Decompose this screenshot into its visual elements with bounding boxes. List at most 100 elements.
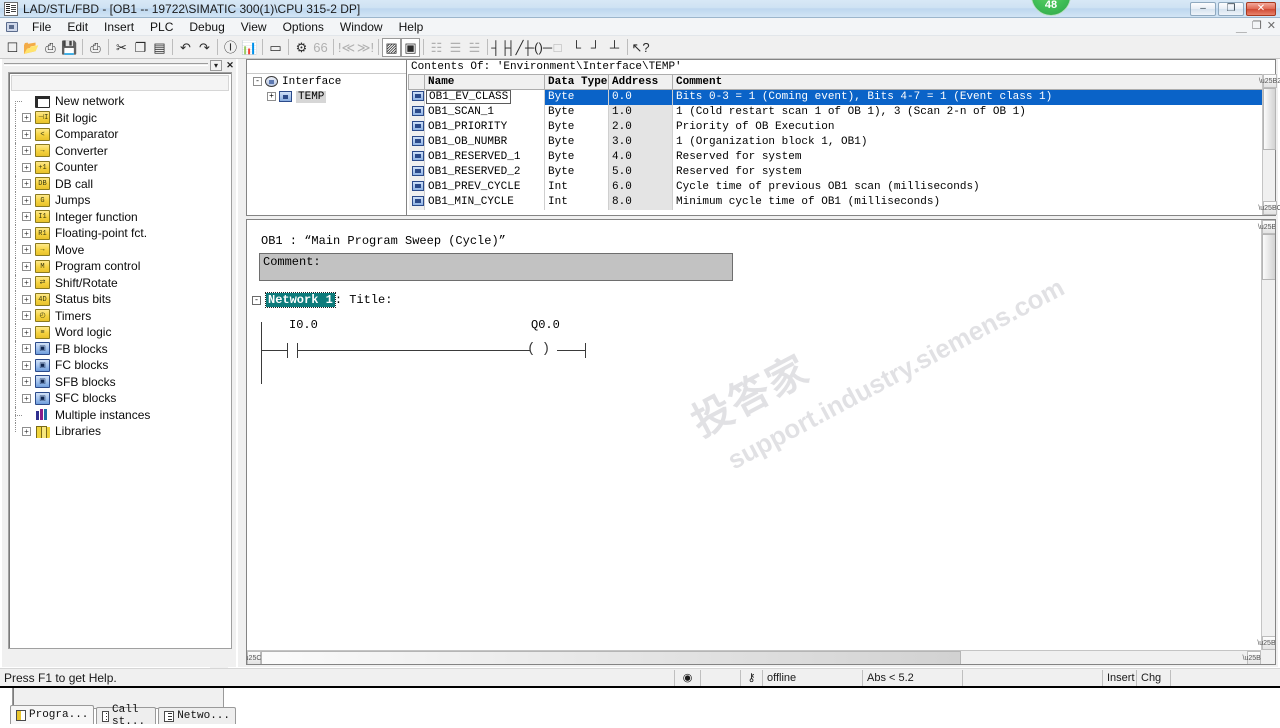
cell-name[interactable]: OB1_PRIORITY [424,119,545,135]
tree-item-status-bits[interactable]: +4D Status bits [12,291,228,308]
tree-item-multiple-instances[interactable]: Multiple instances [12,406,228,423]
cell-data-type[interactable]: Byte [544,89,609,105]
code-scrollbar-thumb[interactable] [1262,234,1275,280]
network-label[interactable]: Network 1 [265,292,336,308]
tree-item-db-call[interactable]: + DB DB call [12,175,228,192]
cell-name[interactable]: OB1_PREV_CYCLE [424,179,545,195]
scrollbar-thumb[interactable] [1263,88,1276,150]
monitor-icon[interactable]: 📊 [240,38,259,57]
close-icon[interactable]: ✕ [224,60,236,71]
redo-icon[interactable]: ↷ [195,38,214,57]
menu-item-help[interactable]: Help [391,19,432,35]
declaration-row[interactable]: OB1_RESERVED_2 Byte 5.0 Reserved for system [408,164,1275,180]
tree-expander-icon[interactable]: + [22,212,31,222]
panel-tab-progra[interactable]: Progra... [10,705,95,724]
interface-tree-item-temp[interactable]: + TEMP [247,89,406,104]
tree-item-comparator[interactable]: + < Comparator [12,126,228,143]
cell-name[interactable]: OB1_RESERVED_2 [424,164,545,180]
declaration-row[interactable]: OB1_PREV_CYCLE Int 6.0 Cycle time of previo… [408,179,1275,195]
tree-item-sfb-blocks[interactable]: + ▣ SFB blocks [12,373,228,390]
tree-expander-icon[interactable]: + [22,245,31,255]
cut-icon[interactable]: ✂ [112,38,131,57]
interface-tree-expander-icon[interactable]: - [253,77,262,86]
code-scroll-right-icon[interactable]: \u25BA [1243,651,1265,664]
declaration-row[interactable]: OB1_SCAN_1 Byte 1.0 1 (Cold restart scan 1 … [408,104,1275,120]
branch-open-icon[interactable]: └ [567,38,586,57]
output-coil[interactable]: ( ) [527,341,550,357]
download-icon[interactable]: Ⓘ [221,38,240,57]
tree-expander-icon[interactable]: + [22,129,31,139]
undo-icon[interactable]: ↶ [176,38,195,57]
declaration-table[interactable]: Name Data Type Address Comment OB1_EV_CL… [408,74,1275,210]
network-collapse-icon[interactable]: - [252,295,261,305]
cell-data-type[interactable]: Byte [544,104,609,120]
cell-name[interactable]: OB1_RESERVED_1 [424,149,545,165]
cell-data-type[interactable]: Int [544,179,609,195]
cell-comment[interactable]: Cycle time of previous OB1 scan (millise… [672,179,1275,195]
code-horizontal-scrollbar[interactable]: \u25C4 \u25BA [247,650,1265,664]
tree-item-libraries[interactable]: + Libraries [12,423,228,440]
cell-name[interactable]: OB1_EV_CLASS [424,89,545,105]
tree-item-timers[interactable]: + ◴ Timers [12,307,228,324]
tree-expander-icon[interactable]: + [22,228,31,238]
tree-item-counter[interactable]: + +1 Counter [12,159,228,176]
menu-item-edit[interactable]: Edit [59,19,96,35]
ladder-network-1[interactable]: I0.0 Q0.0 ( ) [257,318,777,408]
mdi-close-button[interactable]: ✕ [1267,19,1276,35]
declaration-row[interactable]: OB1_OB_NUMBR Byte 3.0 1 (Organization block… [408,134,1275,150]
code-scroll-down-icon[interactable]: \u25BC [1257,636,1275,650]
menu-item-insert[interactable]: Insert [96,19,142,35]
tree-expander-icon[interactable]: + [22,426,31,436]
scroll-up-icon[interactable]: \u25B2 [1259,74,1280,88]
context-help-icon[interactable]: ↖? [631,38,650,57]
cell-data-type[interactable]: Int [544,194,609,210]
tree-item-fc-blocks[interactable]: + ▣ FC blocks [12,357,228,374]
panel-tab-netwo[interactable]: Netwo... [158,707,236,724]
cell-data-type[interactable]: Byte [544,134,609,150]
tree-item-word-logic[interactable]: + ≡ Word logic [12,324,228,341]
menu-item-plc[interactable]: PLC [142,19,181,35]
menu-item-options[interactable]: Options [275,19,332,35]
tree-expander-icon[interactable]: + [22,278,31,288]
block-comment-box[interactable]: Comment: [259,253,733,281]
open-folder-icon[interactable]: 📂 [22,38,41,57]
window-close-button[interactable]: ✕ [1246,2,1276,16]
scroll-down-icon[interactable]: \u25BC [1258,201,1280,215]
cell-comment[interactable]: 1 (Cold restart scan 1 of OB 1), 3 (Scan… [672,104,1275,120]
menu-item-debug[interactable]: Debug [181,19,232,35]
interface-tree-expander-icon[interactable]: + [267,92,276,101]
interface-tree-item-interface[interactable]: - Interface [247,74,406,89]
tree-expander-icon[interactable]: + [22,360,31,370]
tree-expander-icon[interactable]: + [22,327,31,337]
menu-item-window[interactable]: Window [332,19,391,35]
mdi-restore-button[interactable]: ❐ [1252,19,1262,35]
tree-expander-icon[interactable]: + [22,344,31,354]
cell-comment[interactable]: Reserved for system [672,149,1275,165]
tree-expander-icon[interactable]: + [22,195,31,205]
declaration-row[interactable]: OB1_RESERVED_1 Byte 4.0 Reserved for system [408,149,1275,165]
print-icon[interactable]: ⎙ [86,38,105,57]
cell-comment[interactable]: Bits 0-3 = 1 (Coming event), Bits 4-7 = … [672,89,1275,105]
tree-expander-icon[interactable]: + [22,179,31,189]
toggle-detail-icon[interactable]: ▣ [401,37,420,57]
code-scroll-up-icon[interactable]: \u25B2 [1258,220,1275,234]
menu-item-file[interactable]: File [24,19,59,35]
window-minimize-button[interactable]: – [1190,2,1216,16]
tree-item-floating-point-fct[interactable]: + R1 Floating-point fct. [12,225,228,242]
output-coil-icon[interactable]: ─()─ [525,38,552,57]
tree-item-new-network[interactable]: New network [12,93,228,110]
window-maximize-button[interactable]: ❐ [1218,2,1244,16]
panel-tab-callst[interactable]: Call st... [96,704,157,728]
new-document-icon[interactable]: ☐ [3,38,22,57]
save-as-icon[interactable]: ⎙ [41,38,60,57]
cell-data-type[interactable]: Byte [544,119,609,135]
tree-expander-icon[interactable]: + [22,261,31,271]
tree-item-program-control[interactable]: + M Program control [12,258,228,275]
cell-comment[interactable]: 1 (Organization block 1, OB1) [672,134,1275,150]
code-scroll-left-icon[interactable]: \u25C4 [247,651,265,664]
copy-icon[interactable]: ❐ [131,38,150,57]
tree-expander-icon[interactable]: + [22,146,31,156]
cell-data-type[interactable]: Byte [544,149,609,165]
name-edit-box[interactable]: OB1_EV_CLASS [426,90,512,105]
column-header-comment[interactable]: Comment [672,74,1275,90]
